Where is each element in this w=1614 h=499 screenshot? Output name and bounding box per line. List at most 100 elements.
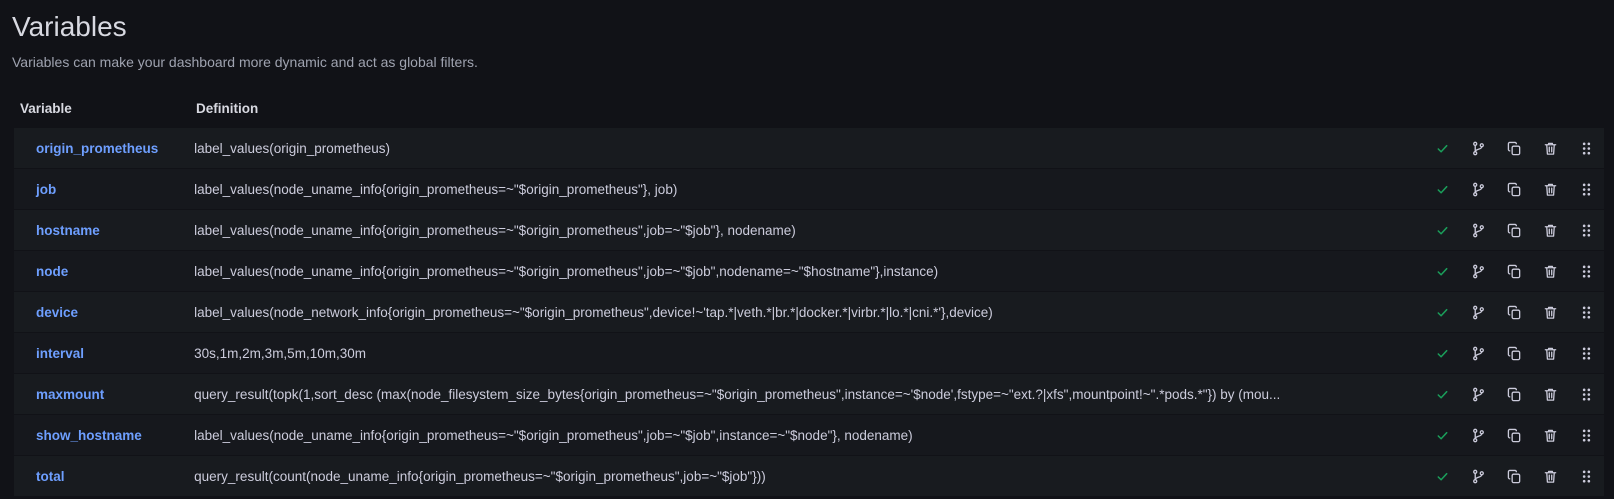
copy-button[interactable] xyxy=(1496,174,1532,204)
variable-definition: label_values(node_uname_info{origin_prom… xyxy=(194,427,913,443)
copy-button[interactable] xyxy=(1496,420,1532,450)
drag-handle[interactable] xyxy=(1568,256,1604,286)
trash-icon xyxy=(1543,305,1558,320)
row-actions xyxy=(1424,297,1604,327)
delete-button[interactable] xyxy=(1532,461,1568,491)
copy-button[interactable] xyxy=(1496,297,1532,327)
variable-name-link[interactable]: origin_prometheus xyxy=(14,141,194,156)
variable-name-link[interactable]: node xyxy=(14,264,194,279)
variable-name-link[interactable]: maxmount xyxy=(14,387,194,402)
trash-icon xyxy=(1543,387,1558,402)
copy-button[interactable] xyxy=(1496,338,1532,368)
copy-icon xyxy=(1507,141,1522,156)
delete-button[interactable] xyxy=(1532,379,1568,409)
duplicate-branch-button[interactable] xyxy=(1460,133,1496,163)
check-icon xyxy=(1435,182,1450,197)
branch-icon xyxy=(1471,305,1486,320)
table-row: node label_values(node_uname_info{origin_… xyxy=(14,251,1604,292)
drag-handle[interactable] xyxy=(1568,420,1604,450)
table-row: total query_result(count(node_uname_info{… xyxy=(14,456,1604,497)
delete-button[interactable] xyxy=(1532,338,1568,368)
copy-button[interactable] xyxy=(1496,133,1532,163)
delete-button[interactable] xyxy=(1532,133,1568,163)
copy-icon xyxy=(1507,428,1522,443)
trash-icon xyxy=(1543,141,1558,156)
duplicate-branch-button[interactable] xyxy=(1460,420,1496,450)
table-row: origin_prometheus label_values(origin_pro… xyxy=(14,128,1604,169)
duplicate-branch-button[interactable] xyxy=(1460,461,1496,491)
trash-icon xyxy=(1543,469,1558,484)
drag-handle[interactable] xyxy=(1568,461,1604,491)
delete-button[interactable] xyxy=(1532,297,1568,327)
copy-icon xyxy=(1507,182,1522,197)
delete-button[interactable] xyxy=(1532,215,1568,245)
drag-handle[interactable] xyxy=(1568,133,1604,163)
trash-icon xyxy=(1543,428,1558,443)
drag-handle-icon xyxy=(1579,469,1594,484)
row-actions xyxy=(1424,461,1604,491)
trash-icon xyxy=(1543,346,1558,361)
drag-handle[interactable] xyxy=(1568,338,1604,368)
drag-handle[interactable] xyxy=(1568,379,1604,409)
variable-name-link[interactable]: job xyxy=(14,182,194,197)
check-icon xyxy=(1424,215,1460,245)
copy-button[interactable] xyxy=(1496,256,1532,286)
variable-definition: label_values(node_uname_info{origin_prom… xyxy=(194,263,939,279)
duplicate-branch-button[interactable] xyxy=(1460,174,1496,204)
copy-button[interactable] xyxy=(1496,215,1532,245)
row-actions xyxy=(1424,420,1604,450)
variable-name-link[interactable]: interval xyxy=(14,346,194,361)
drag-handle[interactable] xyxy=(1568,297,1604,327)
check-icon xyxy=(1435,387,1450,402)
variable-definition: query_result(topk(1,sort_desc (max(node_… xyxy=(194,386,1281,402)
copy-button[interactable] xyxy=(1496,379,1532,409)
row-actions xyxy=(1424,133,1604,163)
delete-button[interactable] xyxy=(1532,174,1568,204)
duplicate-branch-button[interactable] xyxy=(1460,215,1496,245)
copy-icon xyxy=(1507,469,1522,484)
drag-handle-icon xyxy=(1579,141,1594,156)
copy-icon xyxy=(1507,264,1522,279)
check-icon xyxy=(1435,469,1450,484)
check-icon xyxy=(1424,174,1460,204)
variable-definition: label_values(node_uname_info{origin_prom… xyxy=(194,222,796,238)
drag-handle-icon xyxy=(1579,305,1594,320)
copy-button[interactable] xyxy=(1496,461,1532,491)
check-icon xyxy=(1424,297,1460,327)
branch-icon xyxy=(1471,264,1486,279)
duplicate-branch-button[interactable] xyxy=(1460,379,1496,409)
branch-icon xyxy=(1471,428,1486,443)
table-row: interval 30s,1m,2m,3m,5m,10m,30m xyxy=(14,333,1604,374)
copy-icon xyxy=(1507,223,1522,238)
duplicate-branch-button[interactable] xyxy=(1460,256,1496,286)
delete-button[interactable] xyxy=(1532,256,1568,286)
row-actions xyxy=(1424,338,1604,368)
drag-handle-icon xyxy=(1579,428,1594,443)
column-header-definition: Definition xyxy=(196,100,259,116)
trash-icon xyxy=(1543,264,1558,279)
variable-definition: label_values(node_network_info{origin_pr… xyxy=(194,304,993,320)
duplicate-branch-button[interactable] xyxy=(1460,297,1496,327)
check-icon xyxy=(1424,379,1460,409)
duplicate-branch-button[interactable] xyxy=(1460,338,1496,368)
check-icon xyxy=(1424,133,1460,163)
drag-handle-icon xyxy=(1579,387,1594,402)
variable-name-link[interactable]: total xyxy=(14,469,194,484)
row-actions xyxy=(1424,215,1604,245)
page-title: Variables xyxy=(12,11,127,42)
check-icon xyxy=(1435,264,1450,279)
variable-name-link[interactable]: show_hostname xyxy=(14,428,194,443)
table-row: hostname label_values(node_uname_info{ori… xyxy=(14,210,1604,251)
table-row: device label_values(node_network_info{ori… xyxy=(14,292,1604,333)
trash-icon xyxy=(1543,182,1558,197)
delete-button[interactable] xyxy=(1532,420,1568,450)
check-icon xyxy=(1435,305,1450,320)
variables-page: Variables Variables can make your dashbo… xyxy=(0,0,1614,499)
variable-definition: query_result(count(node_uname_info{origi… xyxy=(194,468,766,484)
variable-definition: 30s,1m,2m,3m,5m,10m,30m xyxy=(194,345,366,361)
column-header-variable: Variable xyxy=(20,100,72,116)
drag-handle[interactable] xyxy=(1568,215,1604,245)
variable-name-link[interactable]: hostname xyxy=(14,223,194,238)
variable-name-link[interactable]: device xyxy=(14,305,194,320)
drag-handle[interactable] xyxy=(1568,174,1604,204)
